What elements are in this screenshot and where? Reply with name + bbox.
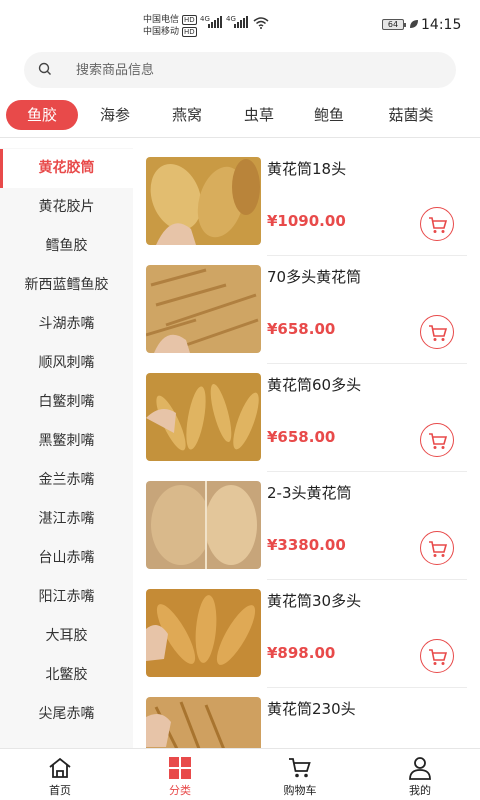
app-screen: 中国电信HD 中国移动HD 4G 4G 64 14:15 鱼胶 海参 燕窝 虫草	[0, 0, 480, 800]
sidebar-item-taishan-chizui[interactable]: 台山赤嘴	[0, 539, 133, 578]
hd-badge: HD	[182, 15, 197, 25]
sidebar-item-beimin-jiao[interactable]: 北鳘胶	[0, 656, 133, 695]
carrier-2: 中国移动	[143, 27, 180, 37]
product-name[interactable]: 70多头黄花筒	[267, 266, 361, 287]
product-price: ¥658.00	[267, 320, 336, 338]
add-to-cart-button[interactable]	[420, 531, 454, 565]
nav-profile[interactable]: 我的	[360, 749, 480, 800]
product-image[interactable]	[146, 265, 261, 353]
tab-gujunlei[interactable]: 菇菌类	[375, 100, 447, 130]
sidebar-item-daer-jiao[interactable]: 大耳胶	[0, 617, 133, 656]
product-card[interactable]: 黄花筒60多头 ¥658.00	[133, 364, 480, 472]
sidebar-item-jinlan-chizui[interactable]: 金兰赤嘴	[0, 461, 133, 500]
product-name[interactable]: 黄花筒230头	[267, 698, 356, 719]
sidebar-item-nz-xueyu-jiao[interactable]: 新西蓝鳕鱼胶	[0, 266, 133, 305]
product-list: 黄花筒18头 ¥1090.00 70多头黄花筒 ¥658.00 黄花筒60多头 …	[133, 148, 480, 748]
carrier-info: 中国电信 HD 中国移动 HD	[143, 14, 197, 38]
hd-badge: HD	[182, 27, 197, 37]
add-to-cart-button[interactable]	[420, 639, 454, 673]
sidebar-item-shunfeng-cizui[interactable]: 顺风刺嘴	[0, 344, 133, 383]
product-price: ¥3380.00	[267, 536, 346, 554]
nav-category-label: 分类	[169, 784, 191, 797]
search-icon	[38, 62, 51, 75]
tab-chongcao[interactable]: 虫草	[230, 100, 288, 130]
product-card[interactable]: 黄花筒230头	[133, 688, 480, 748]
sidebar-item-heimin-cizui[interactable]: 黑鳘刺嘴	[0, 422, 133, 461]
home-icon	[49, 757, 71, 778]
sidebar-item-jianwei-chizui[interactable]: 尖尾赤嘴	[0, 695, 133, 734]
user-icon	[409, 757, 431, 780]
nav-category[interactable]: 分类	[120, 749, 240, 800]
signal-icon	[208, 16, 222, 28]
leaf-icon	[410, 20, 418, 28]
product-image[interactable]	[146, 157, 261, 245]
product-name[interactable]: 黄花筒18头	[267, 158, 346, 179]
product-image[interactable]	[146, 697, 261, 748]
product-card[interactable]: 70多头黄花筒 ¥658.00	[133, 256, 480, 364]
clock: 14:15	[421, 17, 462, 33]
sidebar-item-yangjiang-chizui[interactable]: 阳江赤嘴	[0, 578, 133, 617]
product-image[interactable]	[146, 481, 261, 569]
signal-icon	[234, 16, 248, 28]
sidebar-item-partial[interactable]	[0, 734, 133, 748]
cart-icon	[429, 217, 448, 233]
product-price: ¥1090.00	[267, 212, 346, 230]
tab-baoyu[interactable]: 鲍鱼	[300, 100, 358, 130]
status-bar: 中国电信 HD 中国移动 HD 4G 4G 64 14:15	[0, 0, 480, 48]
cart-icon	[429, 649, 448, 665]
add-to-cart-button[interactable]	[420, 315, 454, 349]
sidebar-item-zhanjiang-chizui[interactable]: 湛江赤嘴	[0, 500, 133, 539]
tab-yujiao[interactable]: 鱼胶	[6, 100, 78, 130]
cart-icon	[289, 758, 311, 778]
product-card[interactable]: 黄花筒30多头 ¥898.00	[133, 580, 480, 688]
bottom-nav: 首页 分类 购物车 我的	[0, 748, 480, 800]
sidebar-item-douhu-chizui[interactable]: 斗湖赤嘴	[0, 305, 133, 344]
tab-haishen[interactable]: 海参	[86, 100, 144, 130]
sidebar-item-huanghua-jiaotong[interactable]: 黄花胶筒	[0, 149, 133, 188]
product-name[interactable]: 黄花筒60多头	[267, 374, 361, 395]
product-card[interactable]: 黄花筒18头 ¥1090.00	[133, 148, 480, 256]
product-name[interactable]: 黄花筒30多头	[267, 590, 361, 611]
carrier-1: 中国电信	[143, 15, 180, 25]
cart-icon	[429, 433, 448, 449]
subcategory-sidebar: 黄花胶筒 黄花胶片 鳕鱼胶 新西蓝鳕鱼胶 斗湖赤嘴 顺风刺嘴 白鳘刺嘴 黑鳘刺嘴…	[0, 148, 133, 748]
cart-icon	[429, 541, 448, 557]
sidebar-item-xueyu-jiao[interactable]: 鳕鱼胶	[0, 227, 133, 266]
product-price: ¥658.00	[267, 428, 336, 446]
nav-cart-label: 购物车	[283, 784, 317, 797]
category-icon	[169, 757, 191, 779]
product-image[interactable]	[146, 589, 261, 677]
add-to-cart-button[interactable]	[420, 423, 454, 457]
sidebar-item-baimin-cizui[interactable]: 白鳘刺嘴	[0, 383, 133, 422]
nav-profile-label: 我的	[409, 784, 431, 797]
tab-yanwo[interactable]: 燕窝	[158, 100, 216, 130]
sidebar-item-huanghua-jiaopian[interactable]: 黄花胶片	[0, 188, 133, 227]
product-image[interactable]	[146, 373, 261, 461]
search-input[interactable]	[76, 52, 436, 88]
add-to-cart-button[interactable]	[420, 207, 454, 241]
search-bar[interactable]	[24, 52, 456, 88]
product-card[interactable]: 2-3头黄花筒 ¥3380.00	[133, 472, 480, 580]
product-price: ¥898.00	[267, 644, 336, 662]
nav-home-label: 首页	[49, 784, 71, 797]
product-name[interactable]: 2-3头黄花筒	[267, 482, 352, 503]
nav-cart[interactable]: 购物车	[240, 749, 360, 800]
wifi-icon	[253, 17, 269, 29]
battery-icon: 64	[382, 19, 406, 30]
nav-home[interactable]: 首页	[0, 749, 120, 800]
category-tabs: 鱼胶 海参 燕窝 虫草 鲍鱼 菇菌类	[0, 96, 480, 138]
cart-icon	[429, 325, 448, 341]
